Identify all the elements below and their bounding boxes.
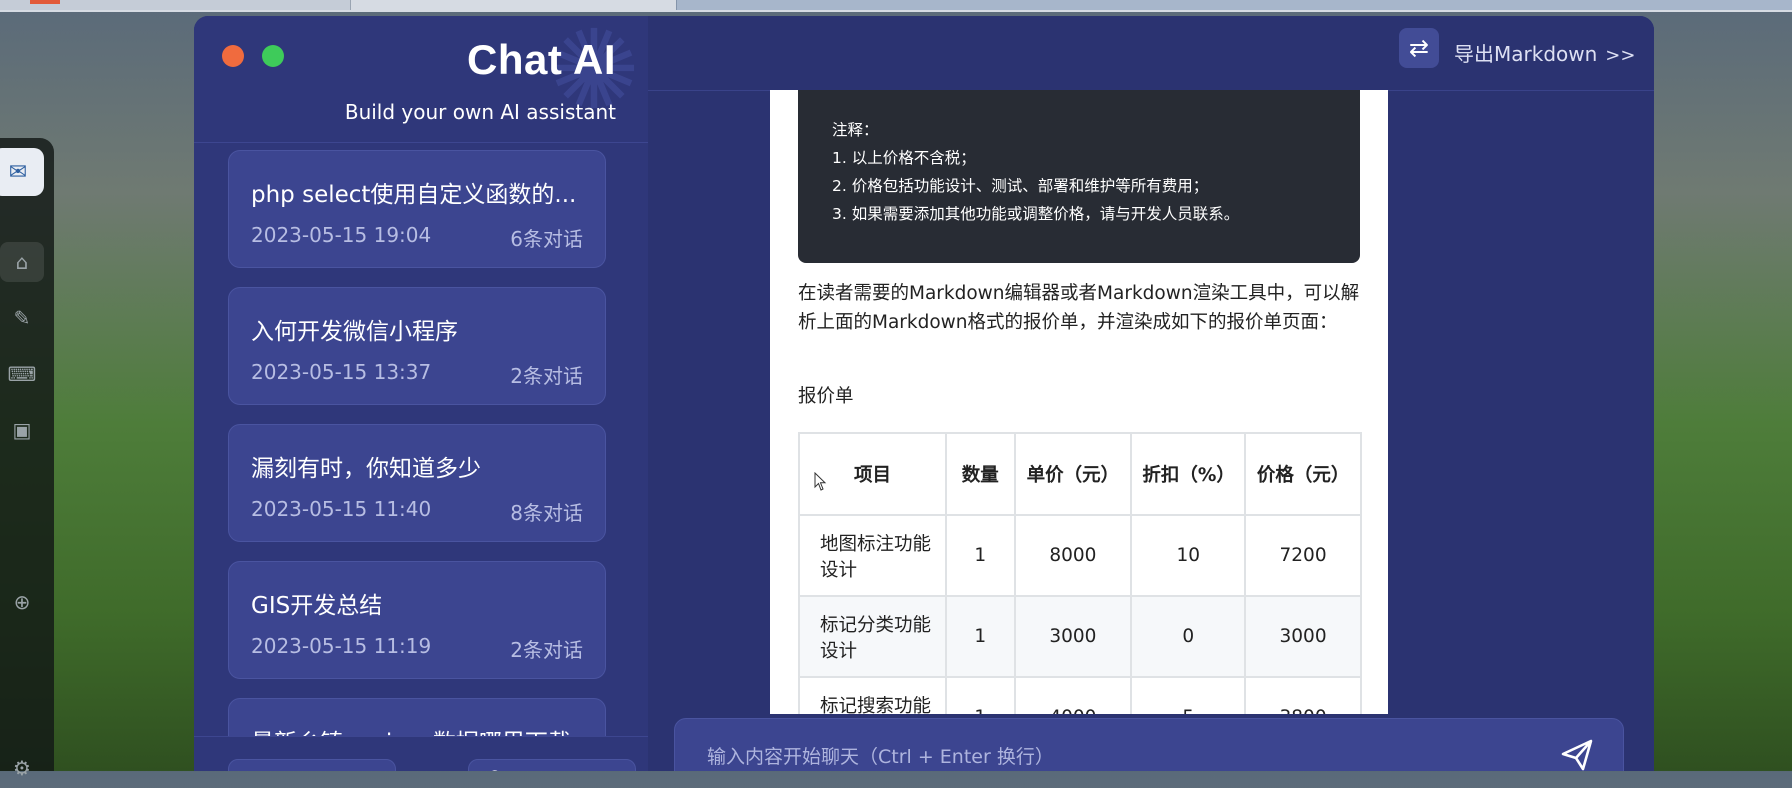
quote-table: 项目 数量 单价（元） 折扣（%） 价格（元） 地图标注功能设计 1 8000 … [797,432,1362,714]
conversation-title: 入何开发微信小程序 [251,319,458,345]
system-dock: ✉ ⌂ ✎ ⌨ ▣ ⊕ ⚙ [0,138,54,780]
table-header-cell: 折扣（%） [1130,432,1247,516]
conversation-title: php select使用自定义函数的... [251,182,577,208]
app-title: Chat AI [467,36,616,83]
paper-plane-icon[interactable] [1557,735,1597,771]
conversation-date: 2023-05-15 13:37 [251,360,432,384]
conversation-date: 2023-05-15 11:19 [251,634,432,658]
home-icon: ⌂ [247,766,258,771]
swap-arrows-icon[interactable]: ⇄ [1399,28,1439,68]
conversation-item[interactable]: GIS开发总结 2023-05-15 11:19 2条对话 [228,561,606,679]
table-row: 地图标注功能设计 1 8000 10 7200 [797,514,1362,597]
sidebar-footer: ⌂ ◎ [194,736,648,771]
conversation-count: 2条对话 [510,364,583,388]
conversation-date: 2023-05-15 11:40 [251,497,432,521]
export-markdown-button[interactable]: 导出Markdown >> [1454,38,1635,67]
sidebar-footer-button[interactable]: ◎ [468,759,636,771]
github-icon: ◎ [487,766,503,771]
table-cell: 1 [945,595,1016,678]
browser-tab[interactable] [676,0,1792,10]
table-cell: 3000 [1244,595,1362,678]
table-header-row: 项目 数量 单价（元） 折扣（%） 价格（元） [797,432,1362,516]
home-icon[interactable]: ⌂ [0,242,44,282]
message-subheading: 报价单 [798,386,854,407]
chevron-right-icon: >> [1605,45,1636,66]
code-block: 注释： 1. 以上价格不含税； 2. 价格包括功能设计、测试、部署和维护等所有费… [798,90,1360,263]
table-cell: 3800 [1244,676,1362,714]
table-cell: 5 [1130,676,1247,714]
close-window-button[interactable] [222,45,244,67]
table-row: 标记分类功能设计 1 3000 0 3000 [797,595,1362,678]
table-cell: 4000 [1013,676,1133,714]
settings-icon[interactable]: ⚙ [0,748,44,788]
table-row: 标记搜索功能设计 1 4000 5 3800 [797,676,1362,714]
sidebar-footer-button[interactable]: ⌂ [228,759,396,771]
table-cell: 8000 [1013,514,1133,597]
dock-app-icon[interactable]: ✉ [0,148,44,196]
conversation-title: GIS开发总结 [251,593,383,619]
conversation-count: 8条对话 [510,501,583,525]
table-cell: 1 [945,676,1016,714]
conversation-item[interactable]: 漏刻有时，你知道多少 2023-05-15 11:40 8条对话 [228,424,606,542]
table-header-cell: 单价（元） [1013,432,1133,516]
tab-favicon-icon [30,0,60,4]
conversation-title: 漏刻有时，你知道多少 [251,456,481,482]
conversation-item[interactable]: php select使用自定义函数的... 2023-05-15 19:04 6… [228,150,606,268]
conversation-list: php select使用自定义函数的... 2023-05-15 19:04 6… [228,150,608,750]
app-window: ✺ Chat AI Build your own AI assistant ph… [194,16,1654,771]
chat-header: ⇄ 导出Markdown >> [648,16,1654,91]
sidebar-header: ✺ Chat AI Build your own AI assistant [194,16,648,143]
app-subtitle: Build your own AI assistant [344,100,616,124]
code-line: 注释： [832,121,879,139]
browser-tab-strip [0,0,1792,12]
chat-input[interactable] [705,741,1529,771]
add-icon[interactable]: ⊕ [0,582,44,622]
conversation-item[interactable]: 入何开发微信小程序 2023-05-15 13:37 2条对话 [228,287,606,405]
chat-input-box [674,718,1624,771]
table-cell: 3000 [1013,595,1133,678]
conversation-count: 6条对话 [510,227,583,251]
table-cell: 0 [1130,595,1247,678]
table-header-cell: 价格（元） [1244,432,1362,516]
browser-tab[interactable] [0,0,351,10]
code-line: 2. 价格包括功能设计、测试、部署和维护等所有费用； [832,177,1209,195]
mouse-cursor-icon [814,472,827,491]
code-line: 1. 以上价格不含税； [832,149,976,167]
code-icon[interactable]: ⌨ [0,354,44,394]
table-cell: 标记分类功能设计 [797,595,948,678]
table-cell: 1 [945,514,1016,597]
conversation-count: 2条对话 [510,638,583,662]
code-line: 3. 如果需要添加其他功能或调整价格，请与开发人员联系。 [832,205,1240,223]
table-cell: 10 [1130,514,1247,597]
table-cell: 地图标注功能设计 [797,514,948,597]
conversation-date: 2023-05-15 19:04 [251,223,432,247]
bag-icon[interactable]: ▣ [0,410,44,450]
table-cell: 7200 [1244,514,1362,597]
sidebar: ✺ Chat AI Build your own AI assistant ph… [194,16,649,771]
table-header-cell: 数量 [945,432,1016,516]
assistant-message: 注释： 1. 以上价格不含税； 2. 价格包括功能设计、测试、部署和维护等所有费… [770,90,1388,714]
table-cell: 标记搜索功能设计 [797,676,948,714]
pen-icon[interactable]: ✎ [0,298,44,338]
maximize-window-button[interactable] [262,45,284,67]
chat-panel: ⇄ 导出Markdown >> 注释： 1. 以上价格不含税； 2. 价格包括功能… [648,16,1654,771]
export-label: 导出Markdown [1454,42,1598,66]
message-paragraph: 在读者需要的Markdown编辑器或者Markdown渲染工具中，可以解析上面的… [798,283,1360,333]
